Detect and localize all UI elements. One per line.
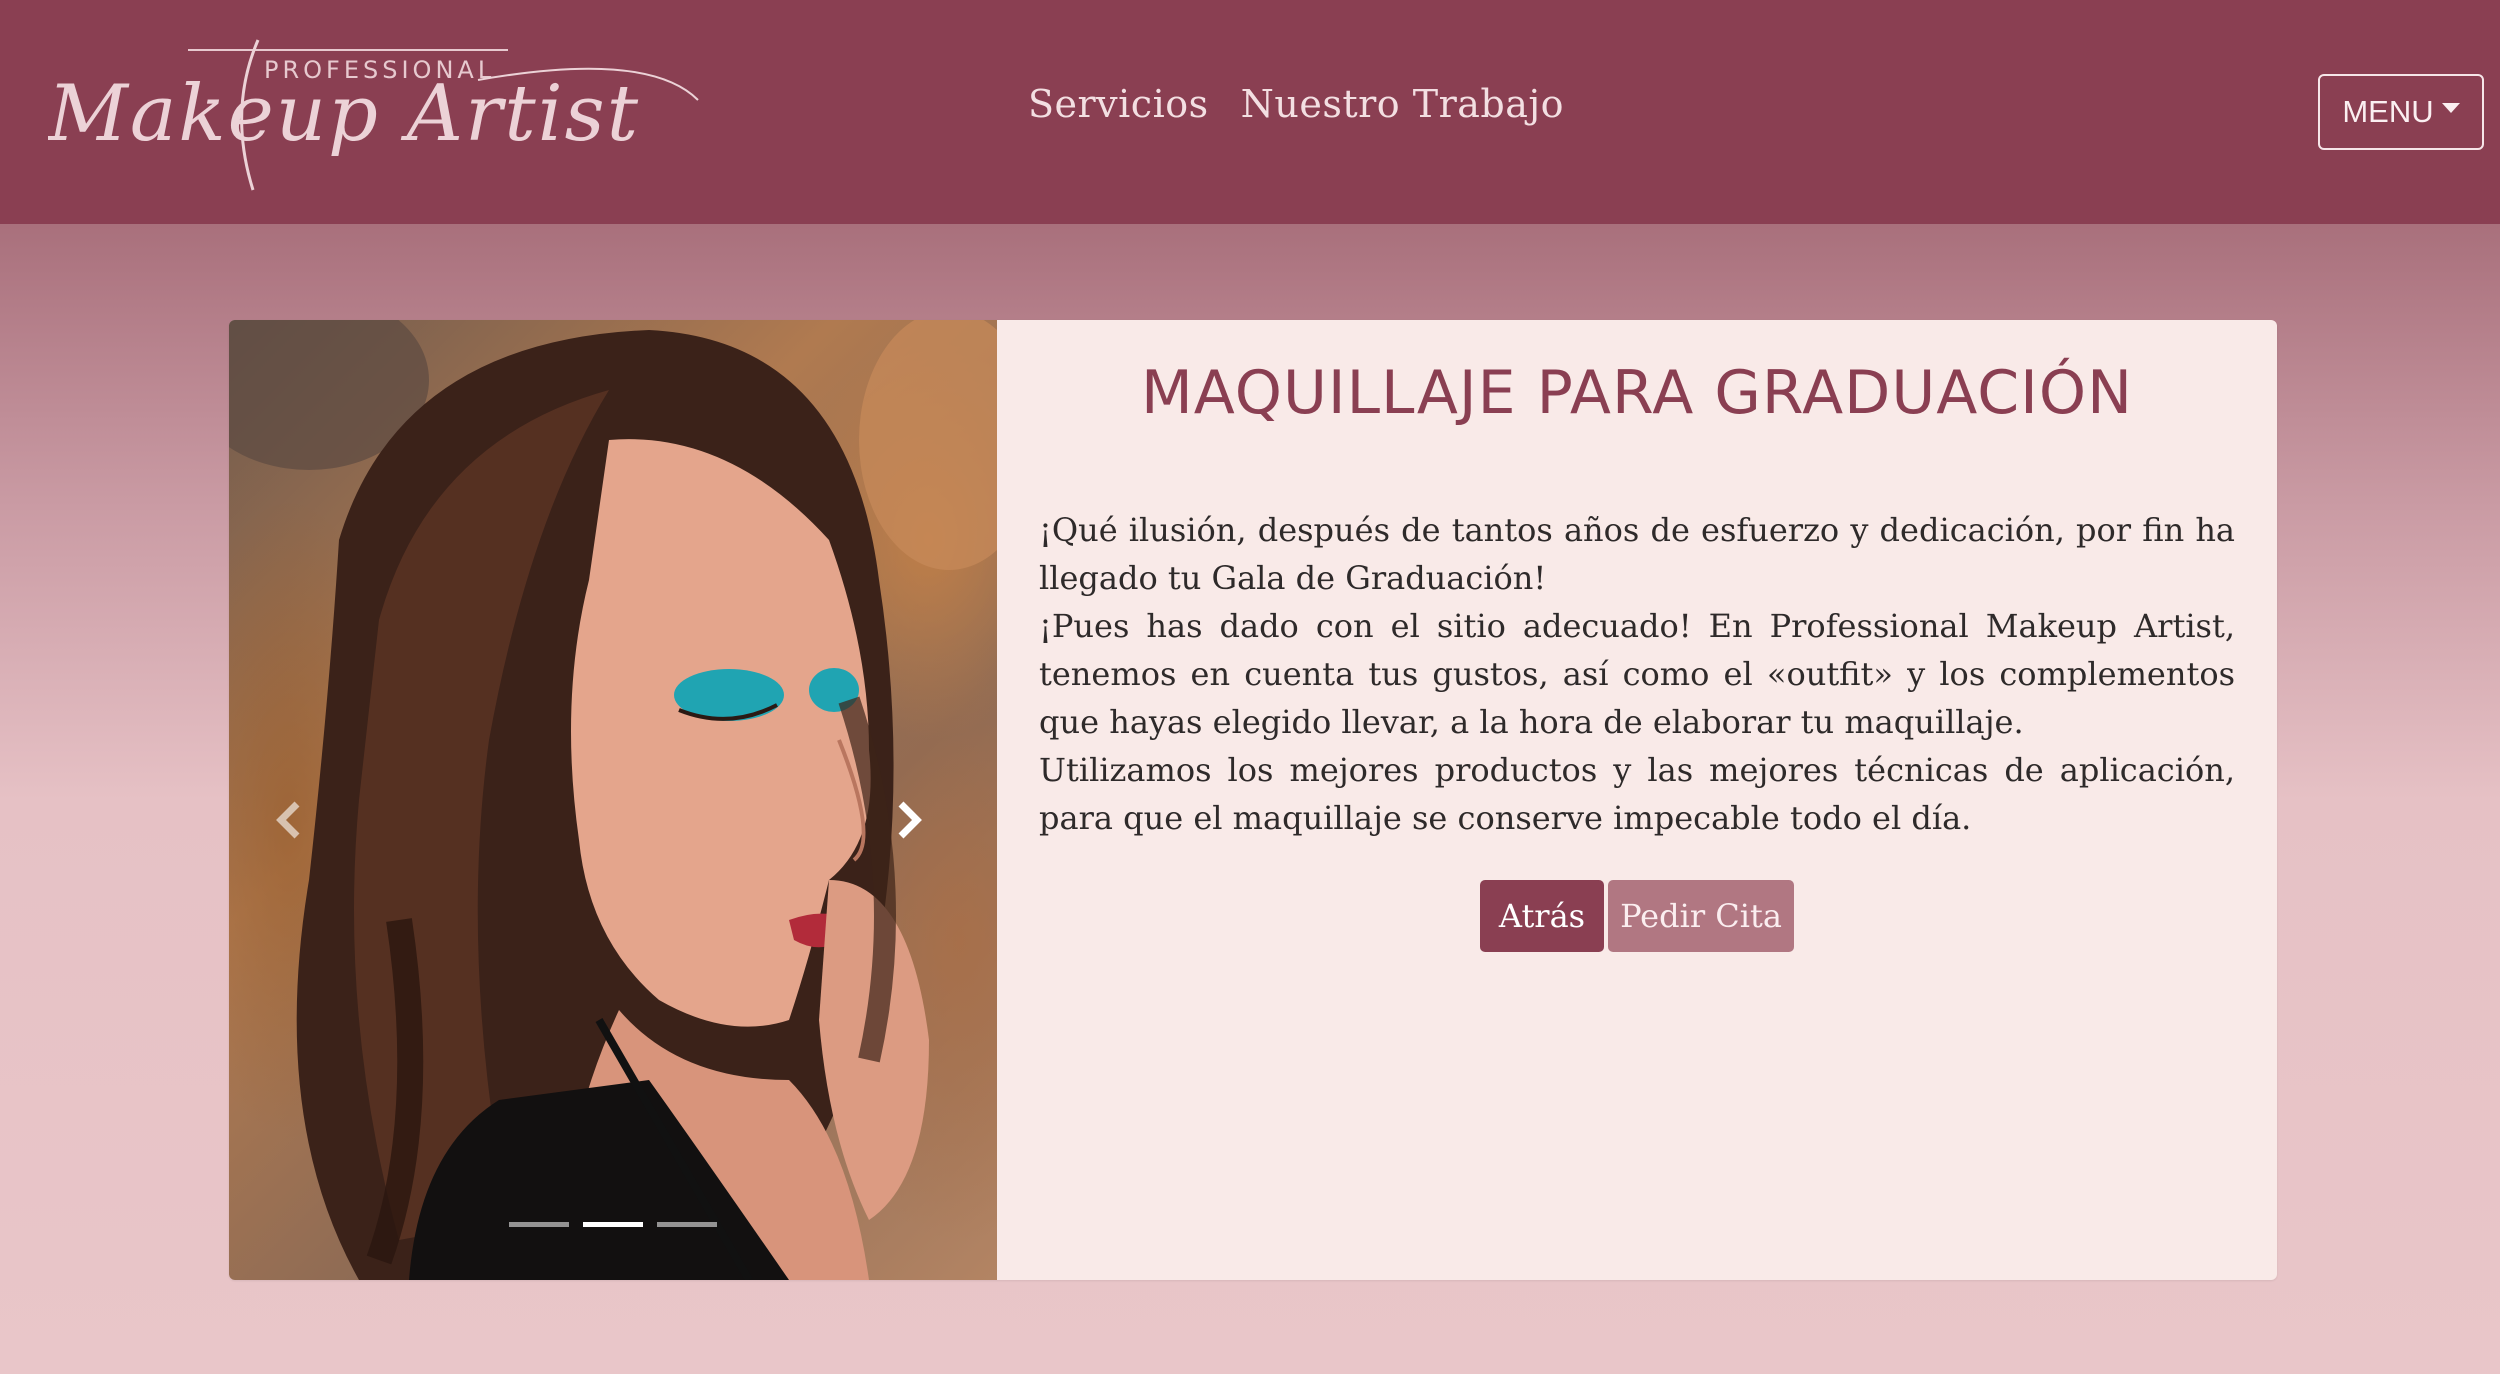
carousel-indicator-1[interactable] <box>509 1222 569 1227</box>
chevron-left-icon <box>276 801 300 839</box>
body-paragraph-2: ¡Pues has dado con el sitio adecuado! En… <box>1039 607 2235 741</box>
carousel-prev-button[interactable] <box>259 790 319 850</box>
carousel-indicators <box>509 1222 717 1227</box>
brand-logo[interactable]: PROFESSIONAL Makeup Artist <box>48 30 713 200</box>
service-body: ¡Qué ilusión, después de tantos años de … <box>1039 506 2235 842</box>
top-navbar: PROFESSIONAL Makeup Artist Servicios Nue… <box>0 0 2500 224</box>
menu-button-label: MENU <box>2342 94 2434 129</box>
carousel-indicator-3[interactable] <box>657 1222 717 1227</box>
menu-dropdown-button[interactable]: MENU <box>2318 74 2484 150</box>
carousel-indicator-2[interactable] <box>583 1222 643 1227</box>
image-carousel <box>229 320 997 1280</box>
caret-down-icon <box>2441 103 2460 113</box>
body-paragraph-1: ¡Qué ilusión, después de tantos años de … <box>1039 511 2235 597</box>
main-nav: Servicios Nuestro Trabajo <box>1028 82 1564 126</box>
service-title: MAQUILLAJE PARA GRADUACIÓN <box>1141 358 2133 428</box>
carousel-next-button[interactable] <box>879 790 939 850</box>
book-appointment-button[interactable]: Pedir Cita <box>1608 880 1794 952</box>
chevron-right-icon <box>898 801 922 839</box>
back-button[interactable]: Atrás <box>1480 880 1604 952</box>
svg-text:Makeup Artist: Makeup Artist <box>48 69 640 159</box>
service-description: MAQUILLAJE PARA GRADUACIÓN ¡Qué ilusión,… <box>997 320 2277 1280</box>
service-card: MAQUILLAJE PARA GRADUACIÓN ¡Qué ilusión,… <box>229 320 2277 1280</box>
body-paragraph-3: Utilizamos los mejores productos y las m… <box>1039 751 2235 837</box>
nav-link-nuestro-trabajo[interactable]: Nuestro Trabajo <box>1241 82 1564 126</box>
nav-link-servicios[interactable]: Servicios <box>1028 82 1209 126</box>
action-buttons: Atrás Pedir Cita <box>997 880 2277 952</box>
